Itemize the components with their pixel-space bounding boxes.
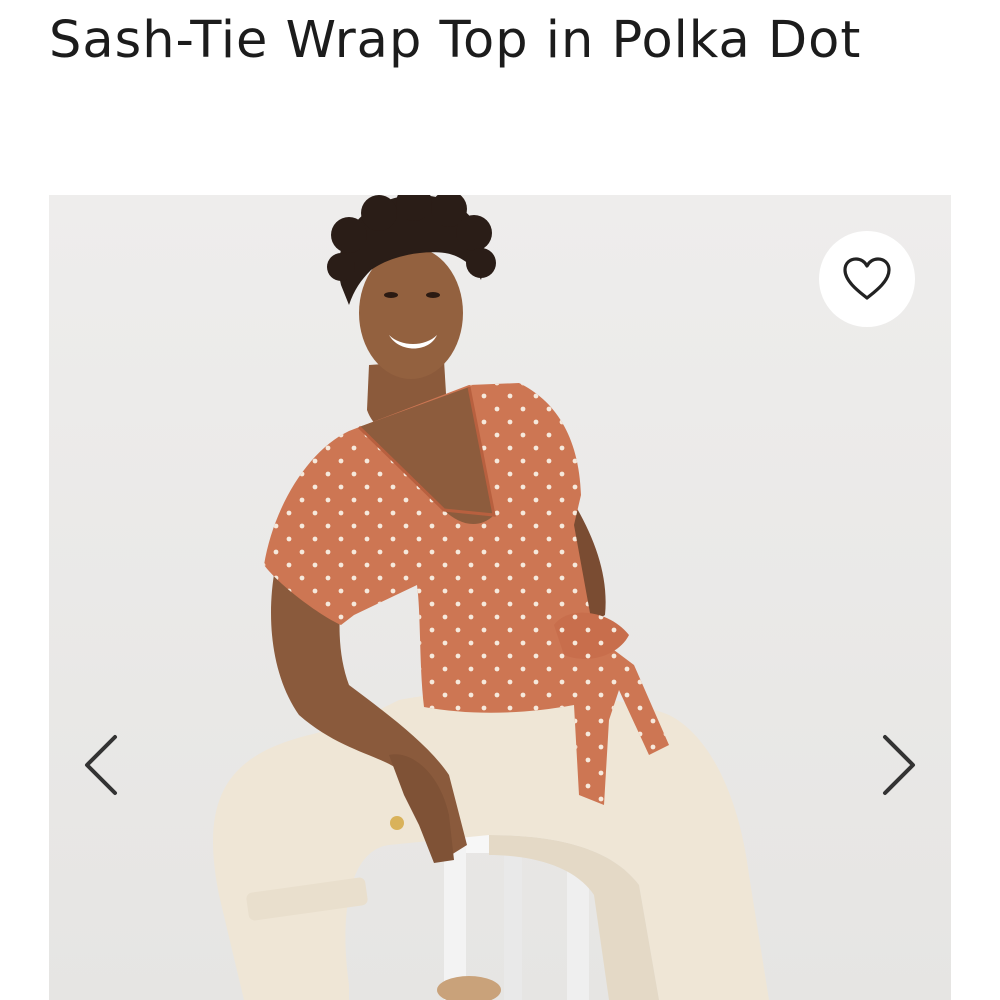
previous-image-button[interactable] [73,725,129,805]
product-photo [49,195,951,1000]
product-image-gallery[interactable] [49,195,951,1000]
product-page: Sash-Tie Wrap Top in Polka Dot [0,0,1000,1000]
product-title: Sash-Tie Wrap Top in Polka Dot [49,11,862,70]
heart-outline-icon [843,257,891,300]
next-image-button[interactable] [871,725,927,805]
chevron-left-icon [85,735,117,795]
favorite-button[interactable] [819,231,915,327]
ring [390,816,404,830]
chevron-right-icon [883,735,915,795]
